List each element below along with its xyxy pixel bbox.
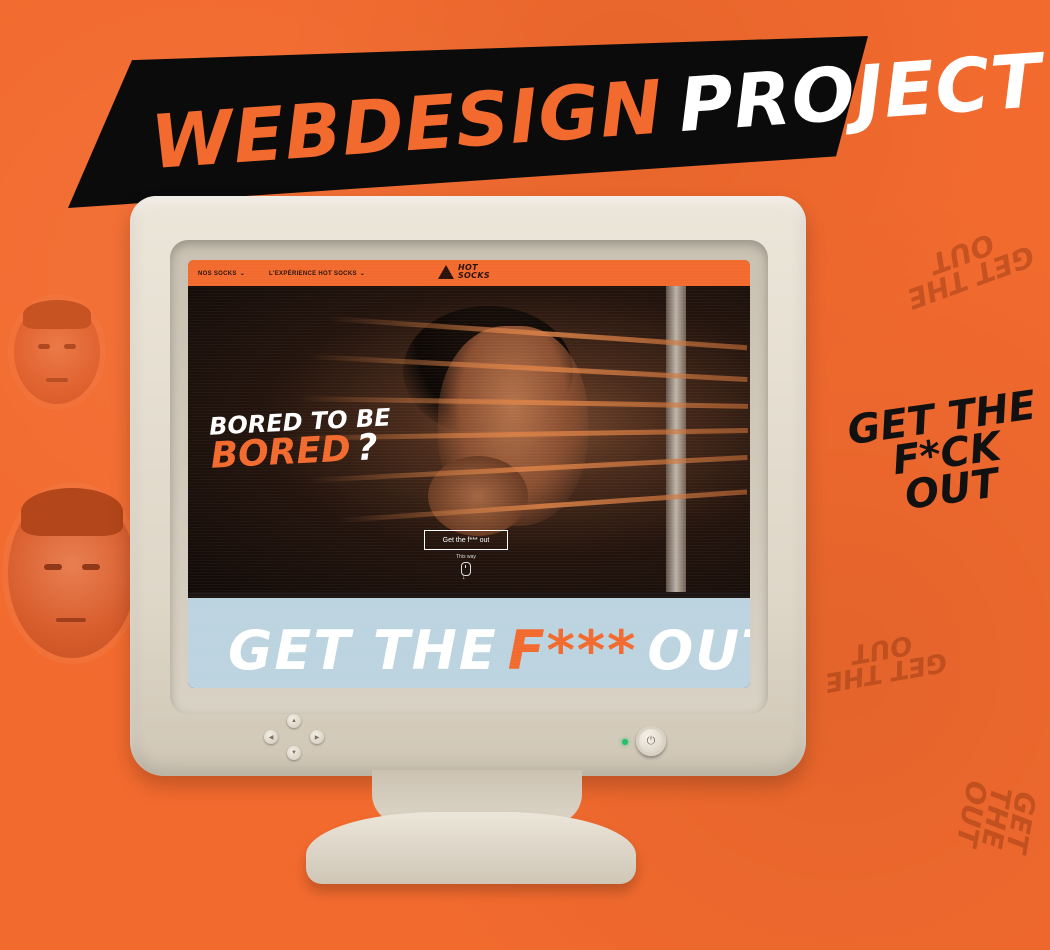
dpad-right-button[interactable]: ▶ [310, 730, 324, 744]
hero-question-mark: ? [355, 427, 379, 470]
power-led [622, 739, 628, 745]
hero-headline: BORED TO BE BORED? [208, 403, 394, 477]
nav-item-label: L'EXPÉRIENCE HOT SOCKS [269, 270, 357, 277]
website-screen: NOS SOCKS ⌄ L'EXPÉRIENCE HOT SOCKS ⌄ HOT S… [188, 260, 750, 688]
logo-text: HOT SOCKS [458, 264, 490, 280]
logo-line2: SOCKS [458, 271, 490, 280]
window-frame [666, 286, 686, 592]
get-out-section: GET THEF***OUT [188, 598, 750, 688]
dpad-down-button[interactable]: ▼ [287, 746, 301, 760]
monitor-dpad: ▲ ◀ ▶ ▼ [262, 710, 326, 760]
warning-triangle-icon [438, 265, 454, 279]
hero-section: BORED TO BE BORED? Get the f*** out This… [188, 286, 750, 592]
monitor-stand [306, 812, 636, 884]
dpad-left-button[interactable]: ◀ [264, 730, 278, 744]
section-word1: GET THE [228, 619, 498, 682]
cta-button[interactable]: Get the f*** out [424, 530, 508, 550]
crt-monitor: NOS SOCKS ⌄ L'EXPÉRIENCE HOT SOCKS ⌄ HOT S… [130, 196, 806, 776]
nav-item-label: NOS SOCKS [198, 270, 237, 277]
section-word2: F*** [507, 619, 638, 682]
section-word3: OUT [647, 619, 750, 682]
chevron-down-icon: ⌄ [239, 270, 246, 277]
nav-item-experience[interactable]: L'EXPÉRIENCE HOT SOCKS ⌄ [269, 270, 365, 277]
power-button[interactable]: ⏻ [636, 726, 666, 756]
site-nav-bar: NOS SOCKS ⌄ L'EXPÉRIENCE HOT SOCKS ⌄ HOT S… [188, 260, 750, 286]
hero-line2: BORED [209, 428, 352, 477]
power-icon: ⏻ [646, 734, 656, 747]
hot-socks-logo[interactable]: HOT SOCKS [438, 264, 490, 280]
dpad-up-button[interactable]: ▲ [287, 714, 301, 728]
chevron-down-icon: ⌄ [359, 270, 366, 277]
arrow-down-icon: ↓ [462, 574, 466, 581]
section-headline: GET THEF***OUT [228, 624, 750, 678]
nav-item-nos-socks[interactable]: NOS SOCKS ⌄ [198, 270, 245, 277]
face-sticker-top [14, 300, 100, 404]
scroll-hint: This way [456, 554, 476, 560]
face-sticker-bottom [8, 488, 136, 658]
